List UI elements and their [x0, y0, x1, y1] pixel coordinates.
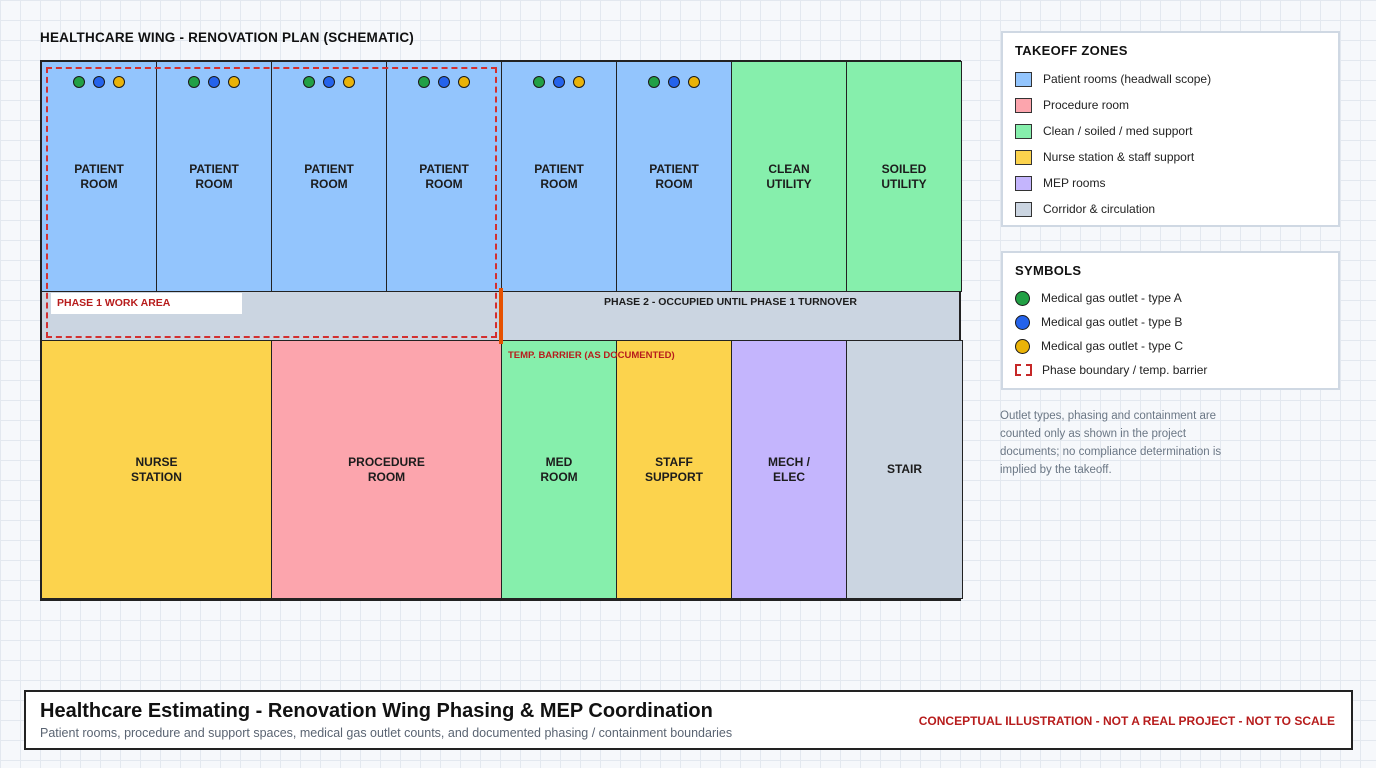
outlet-a-icon [648, 76, 660, 88]
outlet-group [42, 76, 156, 88]
outlet-a-icon [1015, 290, 1030, 306]
outlet-a-icon [303, 76, 315, 88]
room-label: PATIENT ROOM [74, 161, 124, 191]
legend-zone-label: Corridor & circulation [1043, 202, 1156, 216]
room-label: PATIENT ROOM [649, 161, 699, 191]
room-top-4: PATIENT ROOM [501, 61, 617, 292]
legend-zone-label: Clean / soiled / med support [1043, 124, 1193, 138]
room-label: PATIENT ROOM [419, 161, 469, 191]
room-label: MED ROOM [540, 454, 578, 484]
legend-zone-item: MEP rooms [1015, 170, 1326, 196]
room-top-5: PATIENT ROOM [616, 61, 732, 292]
room-label: PATIENT ROOM [304, 161, 354, 191]
footer: Healthcare Estimating - Renovation Wing … [24, 690, 1353, 750]
legend-zone-item: Procedure room [1015, 92, 1326, 118]
outlet-c-icon [113, 76, 125, 88]
legend-symbol-label: Medical gas outlet - type B [1041, 315, 1183, 329]
takeoff-zones-legend: TAKEOFF ZONES Patient rooms (headwall sc… [1001, 31, 1340, 227]
footer-title: Healthcare Estimating - Renovation Wing … [40, 700, 713, 722]
phase2-label: PHASE 2 - OCCUPIED UNTIL PHASE 1 TURNOVE… [603, 296, 857, 308]
outlet-a-icon [418, 76, 430, 88]
legend-zone-label: Nurse station & staff support [1043, 150, 1195, 164]
room-label: PATIENT ROOM [189, 161, 239, 191]
outlet-group [502, 76, 616, 88]
floor-plan: PATIENT ROOM PATIENT ROOM PATIENT ROOM PATI… [40, 60, 963, 601]
room-label: NURSE STATION [131, 454, 182, 484]
room-label: STAFF SUPPORT [644, 454, 703, 484]
phase1-label: PHASE 1 WORK AREA [51, 293, 242, 314]
room-bottom-0: NURSE STATION [41, 340, 272, 599]
swatch-icon [1015, 71, 1032, 87]
legend-zone-item: Patient rooms (headwall scope) [1015, 66, 1326, 92]
outlet-group [157, 76, 271, 88]
outlet-c-icon [1015, 338, 1030, 354]
legend-title: TAKEOFF ZONES [1015, 43, 1128, 58]
room-label: PROCEDURE ROOM [348, 454, 425, 484]
room-top-0: PATIENT ROOM [41, 61, 157, 292]
room-top-7: SOILED UTILITY [846, 61, 962, 292]
swatch-icon [1015, 201, 1032, 217]
room-bottom-3: STAFF SUPPORT [616, 340, 732, 599]
legend-symbol-item: Medical gas outlet - type B [1015, 310, 1326, 334]
room-top-3: PATIENT ROOM [386, 61, 502, 292]
legend-title: SYMBOLS [1015, 263, 1082, 278]
outlet-a-icon [533, 76, 545, 88]
room-bottom-2: MED ROOM [501, 340, 617, 599]
legend-zone-item: Corridor & circulation [1015, 196, 1326, 222]
outlet-b-icon [323, 76, 335, 88]
symbols-legend: SYMBOLS Medical gas outlet - type A Medic… [1001, 251, 1340, 390]
room-bottom-4: MECH / ELEC [731, 340, 847, 599]
temp-barrier-line [499, 288, 503, 344]
legend-symbol-label: Phase boundary / temp. barrier [1042, 363, 1208, 377]
room-top-2: PATIENT ROOM [271, 61, 387, 292]
room-top-6: CLEAN UTILITY [731, 61, 847, 292]
room-bottom-1: PROCEDURE ROOM [271, 340, 502, 599]
outlet-group [617, 76, 731, 88]
legend-symbol-item: Medical gas outlet - type A [1015, 286, 1326, 310]
swatch-icon [1015, 175, 1032, 191]
outlet-b-icon [668, 76, 680, 88]
outlet-a-icon [188, 76, 200, 88]
legend-symbol-label: Medical gas outlet - type C [1041, 339, 1184, 353]
room-label: PATIENT ROOM [534, 161, 584, 191]
room-label: CLEAN UTILITY [766, 161, 812, 191]
phase-boundary-icon [1015, 364, 1032, 376]
legend-symbol-label: Medical gas outlet - type A [1041, 291, 1182, 305]
swatch-icon [1015, 97, 1032, 113]
swatch-icon [1015, 123, 1032, 139]
outlet-b-icon [553, 76, 565, 88]
room-bottom-5: STAIR [846, 340, 963, 599]
room-label: STAIR [886, 462, 923, 476]
legend-symbol-item: Phase boundary / temp. barrier [1015, 358, 1326, 382]
footer-subtitle: Patient rooms, procedure and support spa… [40, 726, 733, 740]
room-label: SOILED UTILITY [881, 161, 927, 191]
outlet-group [272, 76, 386, 88]
outlet-b-icon [93, 76, 105, 88]
plan-title: HEALTHCARE WING - RENOVATION PLAN (SCHEM… [40, 30, 414, 45]
outlet-c-icon [458, 76, 470, 88]
outlet-c-icon [688, 76, 700, 88]
outlet-c-icon [228, 76, 240, 88]
takeoff-note: Outlet types, phasing and containment ar… [1000, 410, 1222, 476]
room-top-1: PATIENT ROOM [156, 61, 272, 292]
legend-zone-label: Procedure room [1043, 98, 1130, 112]
room-label: MECH / ELEC [768, 454, 810, 484]
swatch-icon [1015, 149, 1032, 165]
legend-zone-item: Nurse station & staff support [1015, 144, 1326, 170]
outlet-c-icon [343, 76, 355, 88]
legend-symbol-item: Medical gas outlet - type C [1015, 334, 1326, 358]
footer-disclaimer: CONCEPTUAL ILLUSTRATION - NOT A REAL PRO… [918, 714, 1335, 728]
outlet-a-icon [73, 76, 85, 88]
legend-zone-label: MEP rooms [1043, 176, 1106, 190]
outlet-b-icon [438, 76, 450, 88]
outlet-b-icon [208, 76, 220, 88]
outlet-c-icon [573, 76, 585, 88]
outlet-group [387, 76, 501, 88]
legend-zone-label: Patient rooms (headwall scope) [1043, 72, 1212, 86]
temp-barrier-label: TEMP. BARRIER (AS DOCUMENTED) [508, 350, 675, 361]
outlet-b-icon [1015, 314, 1030, 330]
legend-zone-item: Clean / soiled / med support [1015, 118, 1326, 144]
